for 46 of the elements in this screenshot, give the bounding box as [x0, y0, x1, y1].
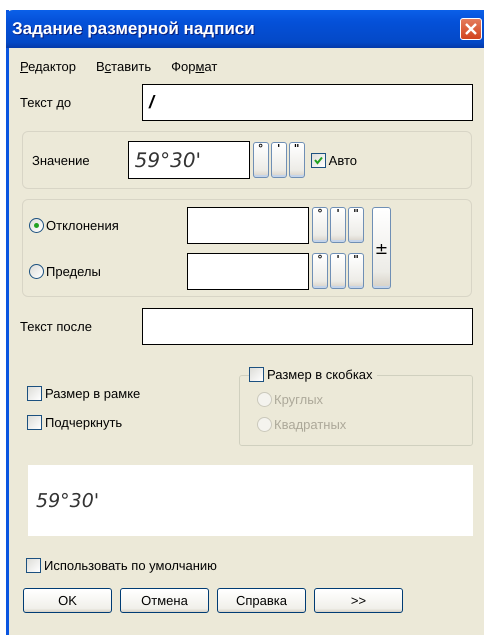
value-field[interactable]: 59°30' [128, 141, 250, 179]
menu-item[interactable]: Редактор [20, 58, 76, 74]
symbol-button[interactable]: ' [330, 207, 346, 243]
checkbox[interactable] [249, 367, 264, 382]
close-icon [465, 23, 477, 35]
dialog-button[interactable]: Отмена [120, 588, 209, 613]
plus-minus-button[interactable]: ± [372, 207, 391, 289]
radio-button[interactable] [29, 264, 44, 278]
input-field[interactable] [187, 252, 309, 290]
dialog-button[interactable]: Справка [217, 588, 306, 613]
symbol-button[interactable]: ° [252, 142, 269, 178]
checkbox-label: Авто [328, 152, 357, 168]
input-field[interactable] [187, 206, 309, 244]
close-button[interactable] [460, 18, 482, 40]
symbol-button[interactable]: ° [312, 253, 328, 289]
field-label: Текст после [20, 319, 93, 334]
checkbox[interactable] [310, 152, 326, 168]
field-label: Текст до [20, 95, 72, 110]
symbol-button[interactable]: ° [312, 207, 328, 243]
checkbox[interactable] [26, 558, 41, 573]
symbol-button[interactable]: " [348, 207, 364, 243]
window-title: Задание размерной надписи [12, 19, 255, 39]
symbol-button[interactable]: ' [270, 142, 287, 178]
radio-label: Квадратных [274, 417, 346, 432]
radio-button[interactable] [29, 218, 44, 232]
field-label: Значение [32, 152, 90, 168]
radio-label: Круглых [274, 392, 324, 407]
checkbox-label: Размер в скобках [267, 367, 373, 382]
radio-label: Отклонения [46, 218, 119, 232]
menu-item[interactable]: Формат [171, 58, 218, 74]
check-icon [314, 156, 323, 164]
input-field[interactable] [142, 308, 473, 345]
radio-label: Пределы [46, 264, 101, 278]
checkbox-label: Размер в рамке [45, 386, 140, 401]
checkbox-label: Подчеркнуть [45, 415, 122, 430]
checkbox[interactable] [27, 386, 42, 401]
symbol-button[interactable]: " [288, 142, 305, 178]
menu-item[interactable]: Вставить [96, 58, 152, 74]
symbol-button[interactable]: ' [330, 253, 346, 289]
checkbox-label: Использовать по умолчанию [44, 558, 217, 573]
preview-text: 59°30' [28, 465, 473, 536]
checkbox[interactable] [27, 415, 42, 430]
dialog-button[interactable]: >> [314, 588, 403, 613]
symbol-button[interactable]: " [348, 253, 364, 289]
dialog-button[interactable]: OK [23, 588, 112, 613]
input-field[interactable]: / [142, 84, 473, 121]
